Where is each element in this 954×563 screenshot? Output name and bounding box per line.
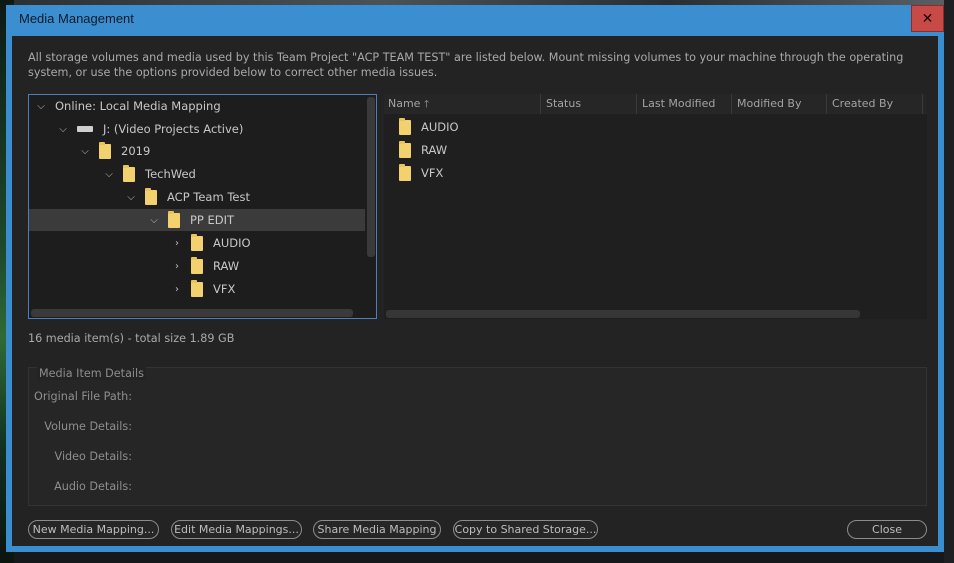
chevron-down-icon[interactable]: ⌵ (125, 191, 137, 203)
list-row-raw[interactable]: RAW (399, 140, 447, 160)
tree-item-acp-team-test[interactable]: ⌵ ACP Team Test (29, 186, 365, 208)
chevron-down-icon[interactable]: ⌵ (148, 214, 160, 226)
close-icon: ✕ (921, 10, 934, 27)
folder-icon (168, 210, 180, 228)
drive-icon (77, 126, 93, 132)
media-item-details: Media Item Details Original File Path: V… (28, 367, 927, 506)
video-details-label: Video Details: (54, 450, 132, 463)
volume-details-label: Volume Details: (44, 420, 132, 433)
folder-icon (145, 187, 157, 205)
tree-item-drive-j[interactable]: ⌵ J: (Video Projects Active) (29, 118, 365, 140)
dialog-body: All storage volumes and media used by th… (12, 36, 938, 546)
edit-media-mappings-button[interactable]: Edit Media Mappings... (171, 520, 302, 539)
tree-item-audio[interactable]: › AUDIO (29, 232, 365, 254)
copy-to-shared-storage-button[interactable]: Copy to Shared Storage... (453, 520, 598, 539)
details-legend: Media Item Details (37, 367, 146, 380)
tree-item-label: ACP Team Test (167, 190, 250, 204)
tree-horizontal-scrollbar[interactable] (31, 309, 353, 317)
tree-item-label: 2019 (121, 144, 151, 158)
tree-item-label: VFX (213, 282, 236, 296)
tree-item-vfx[interactable]: › VFX (29, 278, 365, 300)
tree-item-label: TechWed (145, 167, 196, 181)
title-bar[interactable]: Media Management ✕ (6, 5, 944, 33)
column-separator[interactable] (922, 94, 923, 114)
list-row-name: AUDIO (421, 120, 459, 134)
intro-text: All storage volumes and media used by th… (28, 51, 904, 79)
column-separator[interactable] (731, 94, 732, 114)
folder-icon (191, 279, 203, 297)
column-separator[interactable] (636, 94, 637, 114)
tree-item-online-local-media-mapping[interactable]: ⌵ Online: Local Media Mapping (29, 95, 365, 117)
folder-icon (399, 163, 411, 181)
new-media-mapping-button[interactable]: New Media Mapping... (28, 520, 159, 539)
list-row-audio[interactable]: AUDIO (399, 117, 459, 137)
share-media-mapping-button[interactable]: Share Media Mapping (313, 520, 441, 539)
column-separator[interactable] (540, 94, 541, 114)
chevron-down-icon[interactable]: ⌵ (35, 100, 47, 112)
tree-item-2019[interactable]: ⌵ 2019 (29, 140, 365, 162)
tree-item-label: J: (Video Projects Active) (103, 122, 244, 136)
media-management-dialog: Media Management ✕ All storage volumes a… (6, 5, 944, 552)
chevron-right-icon[interactable]: › (171, 237, 183, 249)
folder-icon (191, 233, 203, 251)
tree-item-pp-edit[interactable]: ⌵ PP EDIT (29, 209, 365, 231)
tree-item-techwed[interactable]: ⌵ TechWed (29, 163, 365, 185)
chevron-down-icon[interactable]: ⌵ (57, 123, 69, 135)
tree-item-label: RAW (213, 259, 240, 273)
media-summary: 16 media item(s) - total size 1.89 GB (28, 332, 235, 345)
window-close-button[interactable]: ✕ (911, 5, 944, 32)
chevron-down-icon[interactable]: ⌵ (79, 145, 91, 157)
column-header-name[interactable]: Name 🡑 (384, 97, 429, 114)
tree-item-label: Online: Local Media Mapping (55, 99, 221, 113)
tree-item-label: AUDIO (213, 236, 251, 250)
column-header-created-by[interactable]: Created By (828, 97, 893, 110)
volume-tree[interactable]: ⌵ Online: Local Media Mapping ⌵ J: (Vide… (28, 94, 377, 319)
folder-icon (99, 141, 111, 159)
tree-item-label: PP EDIT (190, 213, 235, 227)
tree-vertical-scrollbar[interactable] (367, 97, 375, 257)
folder-icon (399, 117, 411, 135)
list-horizontal-scrollbar[interactable] (386, 310, 860, 318)
media-list[interactable]: Name 🡑 Status Last Modified Modified By … (384, 94, 927, 319)
folder-icon (191, 256, 203, 274)
list-row-name: VFX (421, 166, 444, 180)
column-header-status[interactable]: Status (542, 97, 581, 110)
folder-icon (399, 140, 411, 158)
chevron-right-icon[interactable]: › (171, 283, 183, 295)
chevron-down-icon[interactable]: ⌵ (103, 168, 115, 180)
column-separator[interactable] (826, 94, 827, 114)
original-file-path-label: Original File Path: (34, 390, 132, 403)
folder-icon (123, 164, 135, 182)
audio-details-label: Audio Details: (54, 480, 132, 493)
column-header-modified-by[interactable]: Modified By (733, 97, 802, 110)
sort-ascending-icon: 🡑 (423, 99, 430, 110)
list-row-vfx[interactable]: VFX (399, 163, 443, 183)
close-button[interactable]: Close (847, 520, 927, 539)
chevron-right-icon[interactable]: › (171, 260, 183, 272)
column-header-last-modified[interactable]: Last Modified (638, 97, 715, 110)
tree-item-raw[interactable]: › RAW (29, 255, 365, 277)
list-row-name: RAW (421, 143, 448, 157)
list-header: Name 🡑 Status Last Modified Modified By … (384, 94, 927, 114)
window-title: Media Management (19, 11, 134, 26)
background-app-right (944, 0, 954, 563)
